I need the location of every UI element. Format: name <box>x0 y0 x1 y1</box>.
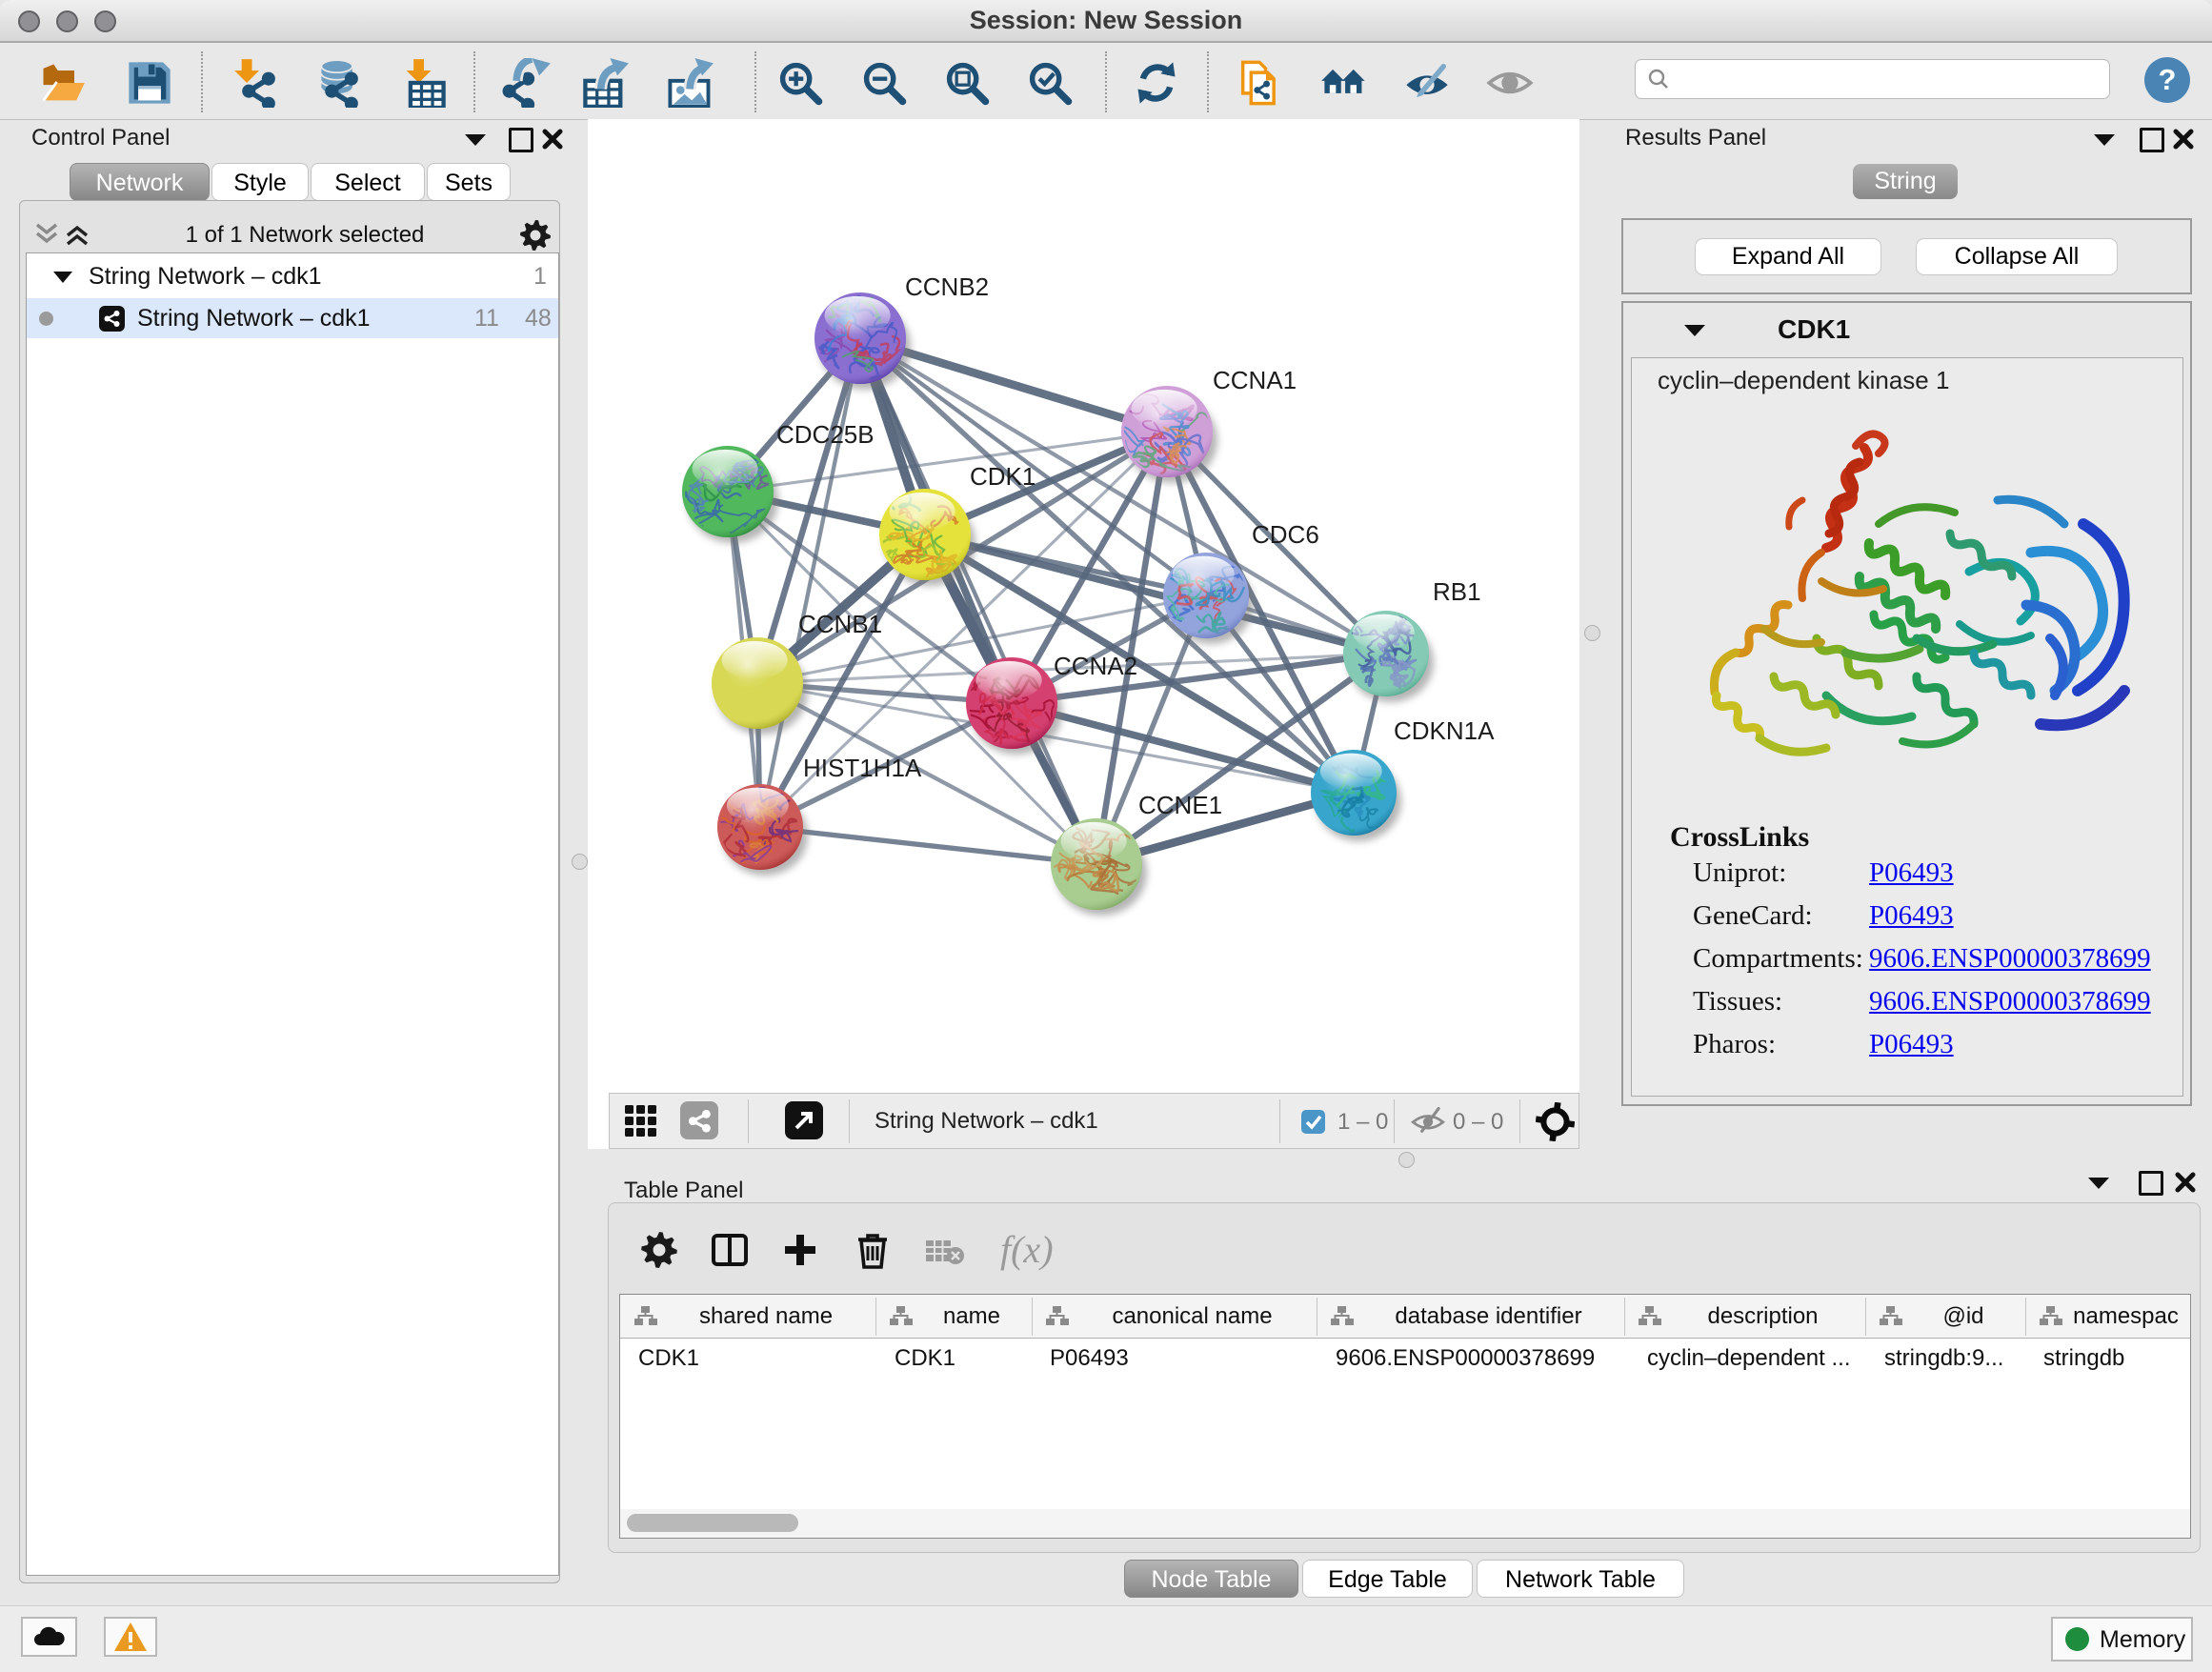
svg-text:CCNA1: CCNA1 <box>1213 366 1297 394</box>
svg-text:CDK1: CDK1 <box>970 462 1036 491</box>
svg-text:HIST1H1A: HIST1H1A <box>803 754 922 782</box>
svg-text:CCNB1: CCNB1 <box>798 610 882 638</box>
svg-text:CDC25B: CDC25B <box>776 420 875 449</box>
svg-text:CDKN1A: CDKN1A <box>1394 716 1495 745</box>
svg-text:CCNE1: CCNE1 <box>1138 791 1222 819</box>
svg-text:RB1: RB1 <box>1433 577 1481 606</box>
svg-text:CCNB2: CCNB2 <box>905 272 989 301</box>
svg-text:CDC6: CDC6 <box>1252 520 1319 549</box>
svg-text:CCNA2: CCNA2 <box>1054 652 1137 680</box>
